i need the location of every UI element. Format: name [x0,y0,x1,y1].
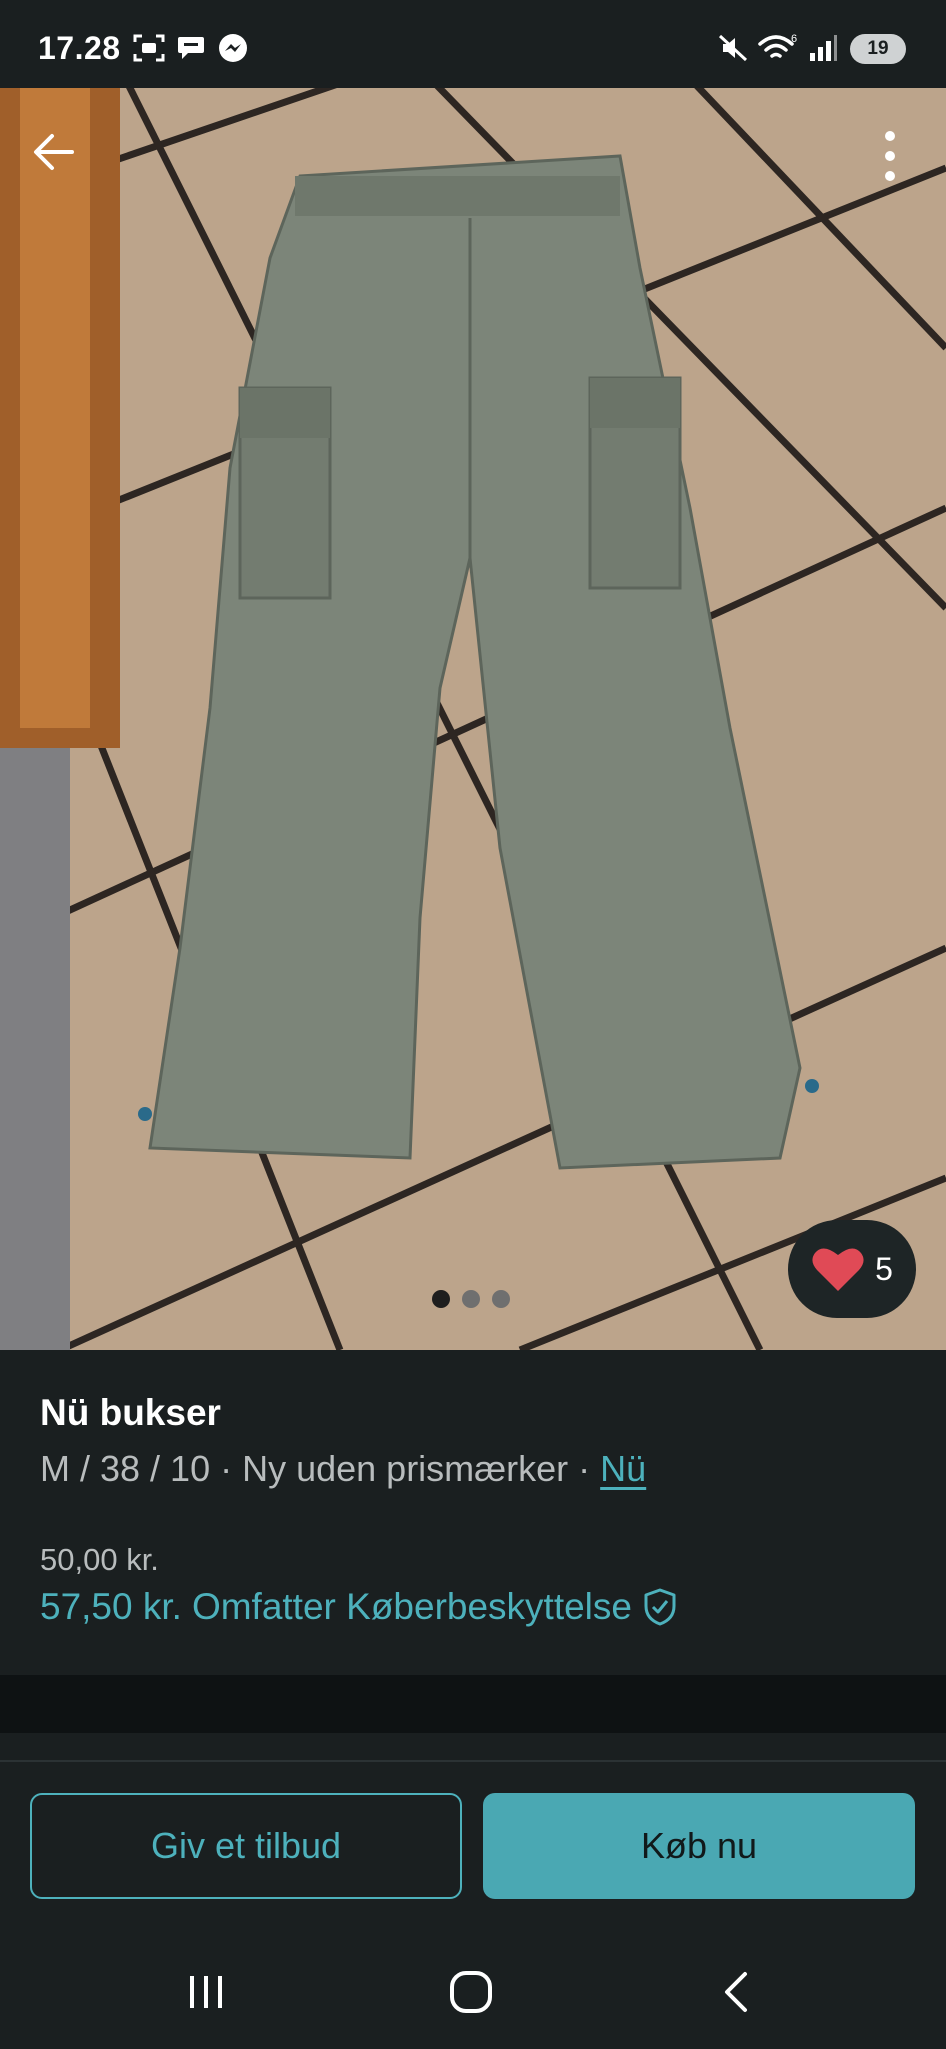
panel-divider-line [0,1760,946,1762]
system-back-button[interactable] [696,1960,776,2024]
favorites-count: 5 [875,1250,893,1287]
buy-now-button[interactable]: Køb nu [483,1793,915,1899]
listing-details-text: M / 38 / 10 · Ny uden prismærker · [40,1448,601,1489]
listing-title: Nü bukser [40,1392,221,1433]
pager-dot-3[interactable] [492,1290,510,1308]
pager-dot-1[interactable] [432,1290,450,1308]
mute-icon [716,32,750,64]
brand-link[interactable]: Nü [600,1448,646,1489]
back-icon [725,1972,747,2012]
recents-icon [190,1976,222,2008]
back-button[interactable] [26,124,82,180]
section-divider [0,1675,946,1733]
image-pager-dots [432,1290,510,1308]
product-photo[interactable] [0,88,946,1350]
item-price: 50,00 kr. [40,1542,159,1577]
arrow-left-icon [34,134,74,170]
signal-icon [806,32,840,64]
buyer-protection-row[interactable]: 57,50 kr. Omfatter Køberbeskyttelse [40,1586,678,1628]
wifi-icon: 6 [756,32,800,64]
heart-icon [812,1248,864,1291]
product-photo-image [0,88,946,1350]
chat-bubble-icon [174,32,208,64]
favorite-button[interactable]: 5 [788,1220,916,1318]
buyer-protection-text: Omfatter Køberbeskyttelse [191,1586,632,1627]
listing-details: M / 38 / 10 · Ny uden prismærker · Nü [40,1448,646,1490]
shield-check-icon [644,1588,676,1626]
more-vertical-icon [885,131,895,181]
make-offer-button[interactable]: Giv et tilbud [30,1793,462,1899]
status-bar: 17.28 6 19 [0,0,946,88]
messenger-icon [216,32,250,64]
battery-indicator: 19 [850,34,906,64]
home-button[interactable] [431,1960,511,2024]
svg-text:6: 6 [791,33,797,45]
recents-button[interactable] [166,1960,246,2024]
status-time: 17.28 [38,30,121,66]
total-price: 57,50 kr. [40,1586,182,1627]
screenshot-icon [132,32,166,64]
home-icon [450,1971,492,2013]
pager-dot-2[interactable] [462,1290,480,1308]
more-options-button[interactable] [862,124,918,188]
